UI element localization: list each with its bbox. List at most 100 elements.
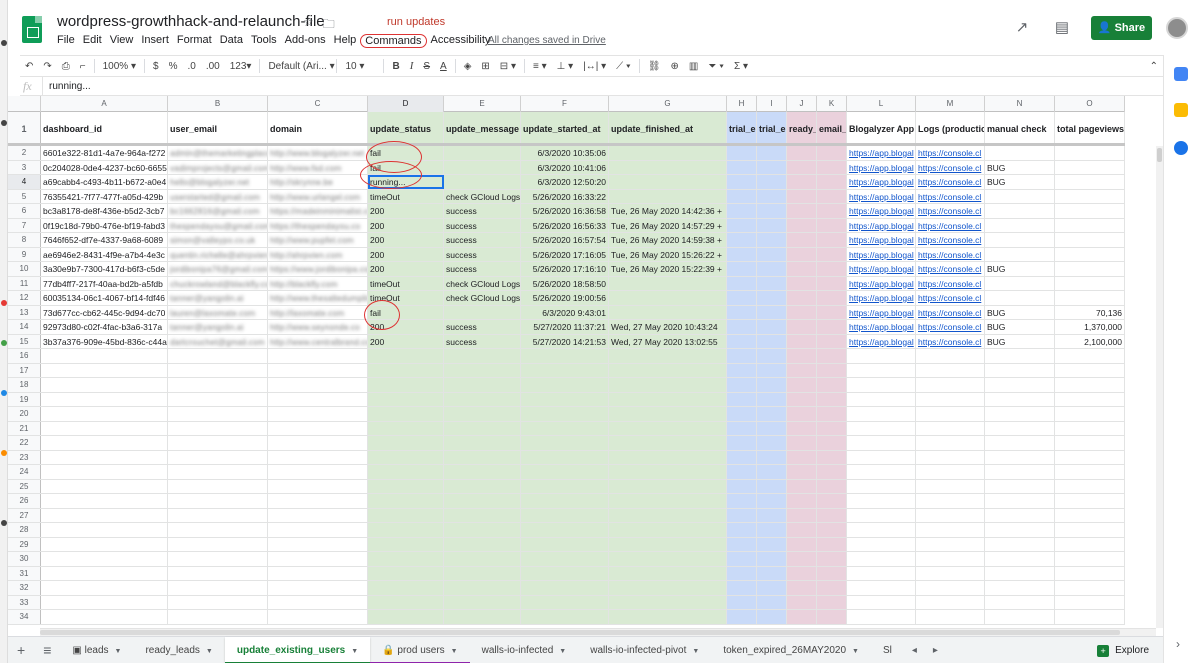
cell[interactable] [787,378,817,392]
cell[interactable] [268,436,368,450]
row-number[interactable]: 29 [8,537,41,551]
row-number[interactable]: 9 [8,247,41,261]
cell[interactable] [817,233,847,247]
cell[interactable] [727,349,757,363]
tab-menu-arrow-icon[interactable]: ▼ [351,648,358,655]
cell[interactable]: ae6946e2-8431-4f9e-a7b4-4e3c [41,247,168,261]
cell[interactable]: hello@blogalyzer.net [168,175,268,189]
column-title-cell[interactable]: user_email [168,112,268,143]
cell[interactable] [1055,218,1125,232]
cell[interactable]: https://app.blogal [847,204,916,218]
cell[interactable] [1055,479,1125,493]
cell[interactable] [847,537,916,551]
cell[interactable] [609,479,727,493]
cell[interactable] [444,160,521,174]
cell[interactable] [1055,595,1125,609]
tab-menu-arrow-icon[interactable]: ▼ [692,648,699,655]
cell[interactable] [41,465,168,479]
cell[interactable] [757,421,787,435]
cell[interactable] [985,189,1055,203]
cell[interactable]: BUG [985,160,1055,174]
cell[interactable] [985,204,1055,218]
cell[interactable] [41,436,168,450]
cell[interactable] [368,465,444,479]
cell[interactable] [168,508,268,522]
cell[interactable] [727,523,757,537]
cell[interactable]: tanner@yangolin.ai [168,291,268,305]
cell[interactable] [609,610,727,624]
row-number[interactable]: 4 [8,175,41,189]
move-to-folder-icon[interactable]: 🗀 [323,15,335,36]
column-title-cell[interactable]: ready_ [787,112,817,143]
cell[interactable] [41,537,168,551]
cell[interactable]: https://console.cl [916,175,985,189]
cell[interactable] [847,610,916,624]
column-title-cell[interactable]: Blogalyzer App [847,112,916,143]
column-title-cell[interactable]: update_message [444,112,521,143]
cell[interactable] [727,320,757,334]
cell[interactable] [817,392,847,406]
cell[interactable] [609,276,727,290]
cell[interactable] [916,508,985,522]
cell[interactable] [757,175,787,189]
undo-icon[interactable]: ↶ [20,61,38,72]
cell[interactable] [757,450,787,464]
sheet-tab[interactable]: 🔒 prod users ▼ [370,637,471,663]
column-title-cell[interactable]: update_finished_at [609,112,727,143]
decrease-decimal-button[interactable]: .0 [182,61,200,72]
scroll-tabs-right-icon[interactable]: ▸ [925,645,946,656]
cell[interactable]: success [444,334,521,348]
cell[interactable]: 92973d80-c02f-4fac-b3a6-317a [41,320,168,334]
cell[interactable]: thespendayou@gmail.com [168,218,268,232]
cell[interactable]: 0f19c18d-79b0-476e-bf19-fabd3 [41,218,168,232]
cell[interactable] [817,276,847,290]
cell[interactable] [985,581,1055,595]
cell[interactable] [787,392,817,406]
cell[interactable] [817,407,847,421]
cell[interactable] [368,494,444,508]
currency-button[interactable]: $ [148,61,164,72]
sheets-logo-icon[interactable] [22,16,42,43]
cell[interactable] [521,479,609,493]
cell[interactable] [985,363,1055,377]
tab-menu-arrow-icon[interactable]: ▼ [206,648,213,655]
select-all-corner[interactable] [8,96,41,112]
cell[interactable]: https://console.cl [916,146,985,160]
column-header-g[interactable]: G [609,96,727,112]
cell[interactable]: fail [368,305,444,319]
cell[interactable]: admin@themarketingplace.net [168,146,268,160]
cell[interactable] [168,349,268,363]
cell[interactable] [985,233,1055,247]
column-title-cell[interactable]: dashboard_id [41,112,168,143]
cell[interactable]: https://app.blogal [847,305,916,319]
cell[interactable] [268,508,368,522]
cell[interactable] [521,392,609,406]
row-number[interactable]: 34 [8,610,41,624]
tab-menu-arrow-icon[interactable]: ▼ [559,648,566,655]
cell[interactable]: https://console.cl [916,291,985,305]
column-header-b[interactable]: B [168,96,268,112]
cell[interactable] [444,566,521,580]
cell[interactable]: BUG [985,305,1055,319]
cell[interactable] [727,436,757,450]
cell[interactable] [609,450,727,464]
cell[interactable] [757,334,787,348]
all-sheets-icon[interactable]: ≡ [34,642,60,658]
cell[interactable]: 200 [368,334,444,348]
cell[interactable]: https://app.blogal [847,291,916,305]
cell[interactable]: 200 [368,247,444,261]
cell[interactable]: https://www.jordibonipa.com [268,262,368,276]
cell[interactable] [521,363,609,377]
cell[interactable]: https://app.blogal [847,334,916,348]
cell[interactable] [1055,421,1125,435]
cell[interactable] [916,537,985,551]
cell[interactable] [757,610,787,624]
redo-icon[interactable]: ↷ [38,61,56,72]
cell[interactable] [521,523,609,537]
cell[interactable]: 6/3/2020 12:50:20 [521,175,609,189]
row-number[interactable]: 20 [8,407,41,421]
cell[interactable] [817,204,847,218]
cell[interactable]: https://app.blogal [847,146,916,160]
cell[interactable] [444,508,521,522]
horizontal-align-icon[interactable]: ≡ ▾ [528,61,552,72]
